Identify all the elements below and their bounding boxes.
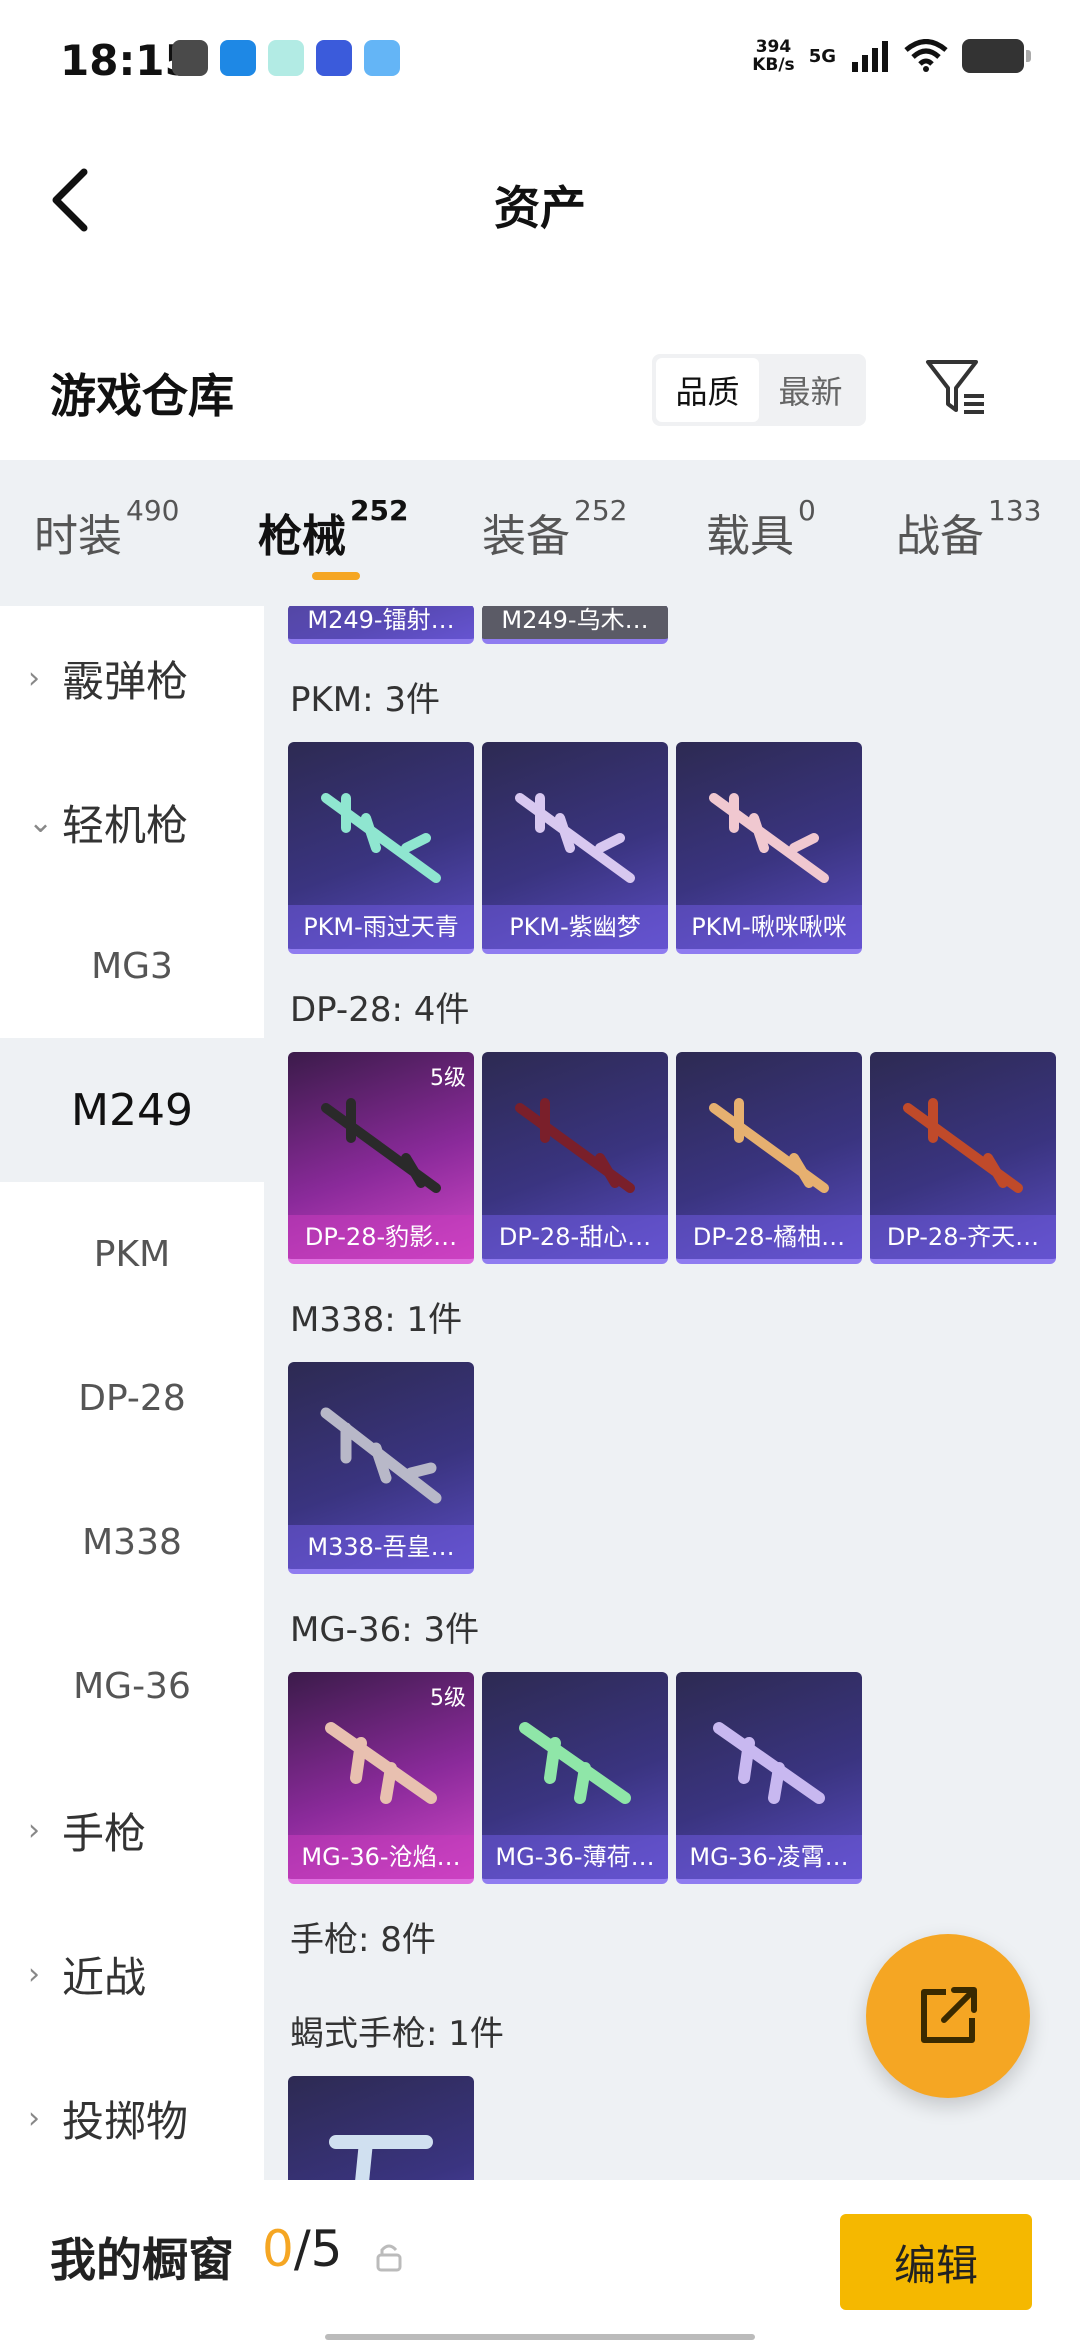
wifi-icon [904,39,948,72]
weapon-image [709,1098,829,1193]
weapon-card[interactable]: DP-28-橘柚… [676,1052,862,1264]
tab-supplies[interactable]: 战备133 [896,494,1041,564]
chevron-right-icon: › [28,1812,40,1848]
section-title-pkm: PKM: 3件 [290,680,441,720]
weapon-image [325,1722,437,1804]
tab-vehicles[interactable]: 载具0 [706,494,816,564]
weapon-name: PKM-雨过天青 [288,905,474,949]
weapon-type-sidebar: › 霰弹枪 ⌄ 轻机枪 MG3 M249 PKM DP-28 M338 MG-36 … [0,606,264,2180]
sidebar-item-mg36[interactable]: MG-36 [0,1614,264,1758]
section-title-mg36: MG-36: 3件 [290,1610,480,1650]
weapon-card[interactable] [288,2076,474,2180]
home-indicator [325,2334,755,2340]
network-type: 5G [808,45,836,67]
browser-app-icon [220,40,256,76]
showcase-count: 0/5 [262,2220,343,2278]
weapon-image [320,1407,442,1504]
weapon-name: MG-36-沧焰… [288,1835,474,1879]
status-bar: 18:15 394 KB/s 5G [0,0,1080,120]
filter-icon[interactable] [924,356,988,420]
showcase-bar: 我的橱窗 0/5 编辑 [0,2180,1080,2344]
weapon-image [329,2135,433,2180]
sidebar-item-dp28[interactable]: DP-28 [0,1326,264,1470]
weapon-card[interactable]: 5级 MG-36-沧焰… [288,1672,474,1884]
warehouse-header: 游戏仓库 品质 最新 [0,330,1080,460]
files-app-icon [364,40,400,76]
showcase-label: 我的橱窗 [50,2233,234,2287]
notification-icons [172,40,400,76]
weapon-card[interactable]: PKM-雨过天青 [288,742,474,954]
category-tabs: 时装490 枪械252 装备252 载具0 战备133 [0,460,1080,606]
sidebar-item-pistol[interactable]: › 手枪 [0,1758,264,1902]
weapon-name: MG-36-凌霄… [676,1835,862,1879]
weapon-card[interactable]: M249-乌木… [482,606,668,644]
signal-icon [852,41,888,72]
weapon-name: DP-28-豹影… [288,1215,474,1259]
weapon-name: PKM-啾咪啾咪 [676,905,862,949]
sidebar-item-melee[interactable]: › 近战 [0,1902,264,2046]
tab-equipment[interactable]: 装备252 [482,494,627,564]
weapon-card[interactable]: M249-镭射… [288,606,474,644]
lock-icon [376,2244,402,2272]
weapon-image [321,1098,441,1193]
weapon-image [709,793,829,883]
tab-weapons[interactable]: 枪械252 [258,494,408,564]
share-fab[interactable] [866,1934,1030,2098]
chevron-right-icon: › [28,660,40,696]
weapon-image [713,1722,825,1804]
weapon-card[interactable]: DP-28-甜心… [482,1052,668,1264]
weapon-name: PKM-紫幽梦 [482,905,668,949]
sidebar-item-shotgun[interactable]: › 霰弹枪 [0,606,264,750]
weapon-card[interactable]: PKM-紫幽梦 [482,742,668,954]
sidebar-item-throwables[interactable]: › 投掷物 [0,2046,264,2180]
sidebar-item-mg3[interactable]: MG3 [0,894,264,1038]
weapon-name: M338-吾皇… [288,1525,474,1569]
game-app-icon [172,40,208,76]
weapon-card[interactable]: MG-36-凌霄… [676,1672,862,1884]
weapon-card[interactable]: 5级 DP-28-豹影… [288,1052,474,1264]
section-title-m338: M338: 1件 [290,1300,463,1340]
sort-toggle: 品质 最新 [652,354,866,426]
tab-fashion[interactable]: 时装490 [34,494,179,564]
active-tab-indicator [312,572,360,580]
weapon-card[interactable]: DP-28-齐天… [870,1052,1056,1264]
section-title-scorpion: 蝎式手枪: 1件 [290,2014,504,2054]
vivo-app-icon [316,40,352,76]
weapon-image [519,1722,631,1804]
sidebar-item-pkm[interactable]: PKM [0,1182,264,1326]
weapon-name: M249-镭射… [288,606,474,639]
section-title-pistol: 手枪: 8件 [290,1920,436,1960]
weapon-image [321,793,441,883]
chevron-down-icon: ⌄ [28,804,54,840]
sidebar-item-m249[interactable]: M249 [0,1038,264,1182]
net-speed: 394 KB/s [752,37,795,75]
chevron-right-icon: › [28,2100,40,2136]
weapon-card[interactable]: MG-36-薄荷… [482,1672,668,1884]
header: 资产 [0,120,1080,280]
section-title-dp28: DP-28: 4件 [290,990,470,1030]
weapon-image [903,1098,1023,1193]
weapon-image [515,793,635,883]
warehouse-title: 游戏仓库 [50,369,234,423]
weapon-name: DP-28-齐天… [870,1215,1056,1259]
sort-quality-button[interactable]: 品质 [656,358,759,422]
external-link-icon [921,1987,977,2043]
weapon-card[interactable]: M338-吾皇… [288,1362,474,1574]
sort-newest-button[interactable]: 最新 [759,358,862,422]
sidebar-item-m338[interactable]: M338 [0,1470,264,1614]
weapon-image [515,1098,635,1193]
weapon-name: DP-28-甜心… [482,1215,668,1259]
weapon-name: M249-乌木… [482,606,668,639]
battery-icon [962,39,1031,73]
weapon-name: MG-36-薄荷… [482,1835,668,1879]
chevron-right-icon: › [28,1956,40,1992]
weapon-card[interactable]: PKM-啾咪啾咪 [676,742,862,954]
sidebar-item-lmg[interactable]: ⌄ 轻机枪 [0,750,264,894]
edit-button[interactable]: 编辑 [840,2214,1032,2310]
page-title: 资产 [494,181,586,235]
chat-app-icon [268,40,304,76]
weapon-name: DP-28-橘柚… [676,1215,862,1259]
